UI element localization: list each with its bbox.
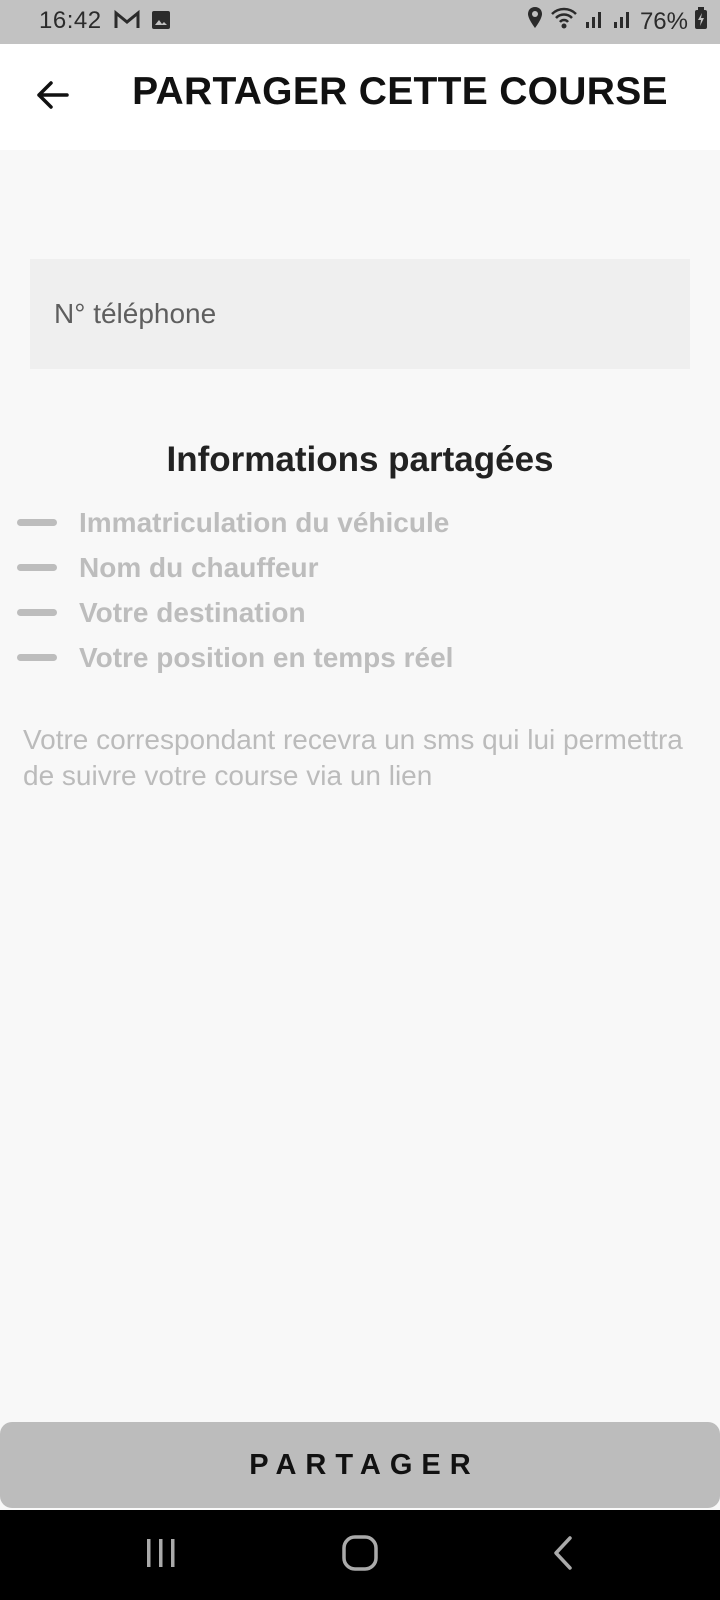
signal-icon [584, 6, 606, 37]
arrow-back-icon [35, 80, 69, 115]
list-item: Votre destination [17, 590, 453, 635]
home-icon [340, 1533, 380, 1578]
share-button[interactable]: PARTAGER [0, 1422, 720, 1508]
shared-info-list: Immatriculation du véhicule Nom du chauf… [17, 500, 453, 680]
list-item-label: Immatriculation du véhicule [79, 506, 450, 538]
recent-apps-icon [144, 1536, 178, 1575]
dash-icon [17, 609, 57, 616]
status-right-icons: 76% [526, 6, 708, 37]
back-icon [549, 1535, 579, 1576]
gallery-icon [150, 9, 172, 38]
nav-back-button[interactable] [534, 1532, 594, 1578]
gmail-icon [114, 9, 140, 38]
dash-icon [17, 654, 57, 661]
shared-info-heading: Informations partagées [166, 440, 554, 479]
phone-number-input[interactable] [30, 259, 690, 369]
helper-text: Votre correspondant recevra un sms qui l… [23, 724, 683, 791]
battery-icon [694, 6, 708, 37]
recent-apps-button[interactable] [131, 1532, 191, 1578]
list-item-label: Nom du chauffeur [79, 551, 319, 583]
list-item-label: Votre position en temps réel [79, 641, 454, 673]
app-bar: PARTAGER CETTE COURSE [0, 44, 720, 150]
back-button[interactable] [24, 69, 80, 125]
dash-icon [17, 564, 57, 571]
dash-icon [17, 519, 57, 526]
location-icon [526, 6, 544, 37]
notification-icons [114, 9, 172, 38]
page-title: PARTAGER CETTE COURSE [132, 70, 668, 113]
status-time: 16:42 [39, 7, 102, 34]
list-item-label: Votre destination [79, 596, 306, 628]
battery-percentage: 76% [639, 7, 688, 35]
system-nav-bar [0, 1510, 720, 1600]
list-item: Nom du chauffeur [17, 545, 453, 590]
signal-icon [612, 6, 634, 37]
list-item: Votre position en temps réel [17, 635, 453, 680]
status-bar: 16:42 76% [0, 0, 720, 44]
list-item: Immatriculation du véhicule [17, 500, 453, 545]
wifi-icon [550, 6, 578, 37]
home-button[interactable] [330, 1532, 390, 1578]
